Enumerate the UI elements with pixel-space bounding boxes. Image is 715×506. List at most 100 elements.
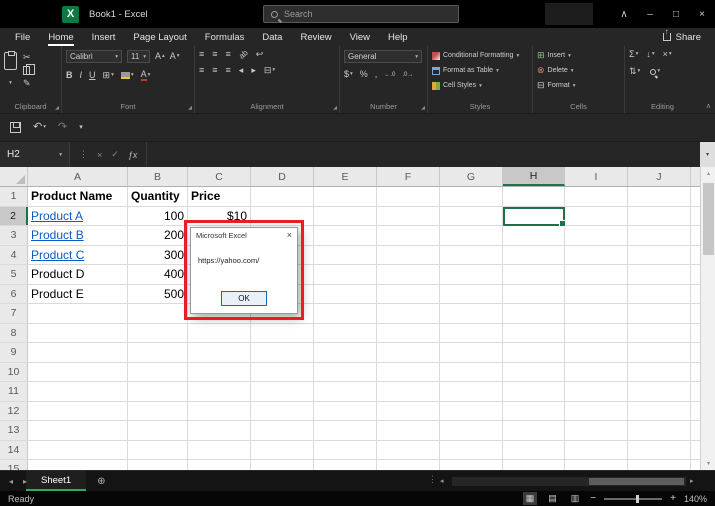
cell-B8[interactable] [128,323,188,342]
cell-F10[interactable] [377,362,440,381]
row-header-6[interactable]: 6 [0,284,28,303]
align-center-button[interactable]: ≡ [212,66,217,75]
cell-D1[interactable] [251,187,314,206]
collapse-ribbon-icon[interactable]: ∧ [706,102,711,110]
cell-H5[interactable] [503,265,565,284]
paste-button[interactable]: ▾ [4,50,17,100]
horizontal-scrollbar[interactable] [452,477,686,486]
autosum-button[interactable]: Σ ▾ [629,50,638,59]
cell-I5[interactable] [565,265,628,284]
row-header-11[interactable]: 11 [0,382,28,401]
tab-view[interactable]: View [341,28,379,46]
cell-A15[interactable] [28,460,128,470]
delete-cells-button[interactable]: ⊗ Delete ▾ [537,63,620,78]
clear-button[interactable]: × ▾ [663,50,672,59]
formula-bar-drag-icon[interactable]: ⋮ [79,149,88,160]
close-button[interactable]: × [689,0,715,28]
cell-B6[interactable]: 500 [128,284,188,303]
cell-A8[interactable] [28,323,128,342]
cell-C15[interactable] [188,460,251,470]
cell-I12[interactable] [565,401,628,420]
currency-format-button[interactable]: $ ▾ [344,70,353,79]
cell-G10[interactable] [440,362,503,381]
cell-I14[interactable] [565,440,628,459]
column-header-H[interactable]: H [503,167,565,186]
cell-A5[interactable]: Product D [28,265,128,284]
number-format-select[interactable]: General ▾ [344,50,422,63]
cell-A2[interactable]: Product A [28,206,128,225]
cell-F12[interactable] [377,401,440,420]
undo-button[interactable]: ↶ ▾ [33,122,46,133]
cell-C10[interactable] [188,362,251,381]
cell-A1[interactable]: Product Name [28,187,128,206]
cell-E5[interactable] [314,265,377,284]
customize-qat-button[interactable]: ▾ [79,124,83,131]
shrink-font-button[interactable]: A ▾ [170,52,180,61]
cell-F15[interactable] [377,460,440,470]
cell-J4[interactable] [628,245,691,264]
column-header-C[interactable]: C [188,167,251,186]
cell-I4[interactable] [565,245,628,264]
restore-button[interactable]: □ [663,0,689,28]
format-cells-button[interactable]: ⊟ Format ▾ [537,78,620,93]
cell-H8[interactable] [503,323,565,342]
cell-G15[interactable] [440,460,503,470]
increase-decimal-button[interactable]: ←.0 [384,72,395,78]
cell-E3[interactable] [314,226,377,245]
cell-G4[interactable] [440,245,503,264]
column-header-A[interactable]: A [28,167,128,186]
cell-B7[interactable] [128,304,188,323]
cell-J1[interactable] [628,187,691,206]
new-sheet-icon[interactable]: ⊕ [97,476,105,487]
cell-D15[interactable] [251,460,314,470]
cell-E13[interactable] [314,421,377,440]
cell-E10[interactable] [314,362,377,381]
cell-D11[interactable] [251,382,314,401]
row-header-1[interactable]: 1 [0,187,28,206]
column-header-B[interactable]: B [128,167,188,186]
vertical-scrollbar[interactable]: ▴ ▾ [700,167,715,470]
cell-C2[interactable]: $10 [188,206,251,225]
fill-button[interactable]: ↓ ▾ [646,50,654,59]
alignment-dialog-launcher-icon[interactable]: ◢ [333,105,337,111]
column-header-E[interactable]: E [314,167,377,186]
cell-F3[interactable] [377,226,440,245]
cell-I2[interactable] [565,206,628,225]
next-sheet-icon[interactable]: ▸ [18,477,32,486]
cell-B10[interactable] [128,362,188,381]
cell-E8[interactable] [314,323,377,342]
bold-button[interactable]: B [66,71,73,80]
percent-format-button[interactable]: % [360,70,368,79]
cancel-entry-icon[interactable]: × [97,150,102,160]
cell-J5[interactable] [628,265,691,284]
cell-G11[interactable] [440,382,503,401]
column-header-I[interactable]: I [565,167,628,186]
cell-C14[interactable] [188,440,251,459]
horizontal-scroll-thumb[interactable] [589,478,684,485]
tab-home[interactable]: Home [39,28,82,46]
dialog-ok-button[interactable]: OK [221,291,267,306]
cell-J15[interactable] [628,460,691,470]
cell-E1[interactable] [314,187,377,206]
cell-F7[interactable] [377,304,440,323]
cell-H1[interactable] [503,187,565,206]
cell-C1[interactable]: Price [188,187,251,206]
align-left-button[interactable]: ≡ [199,66,204,75]
cell-A9[interactable] [28,343,128,362]
zoom-slider-thumb[interactable] [636,494,640,503]
merge-center-button[interactable]: ⊟ ▾ [264,66,275,75]
row-header-12[interactable]: 12 [0,401,28,420]
account-button[interactable] [545,3,593,25]
cell-E9[interactable] [314,343,377,362]
cell-F2[interactable] [377,206,440,225]
cell-H3[interactable] [503,226,565,245]
confirm-entry-icon[interactable]: ✓ [111,149,119,160]
scroll-down-icon[interactable]: ▾ [701,457,715,470]
sort-filter-button[interactable]: ⇅ ▾ [629,67,640,76]
cell-D13[interactable] [251,421,314,440]
normal-view-button[interactable]: ▦ [522,492,538,505]
cell-H12[interactable] [503,401,565,420]
cell-J9[interactable] [628,343,691,362]
cell-F1[interactable] [377,187,440,206]
cell-J12[interactable] [628,401,691,420]
